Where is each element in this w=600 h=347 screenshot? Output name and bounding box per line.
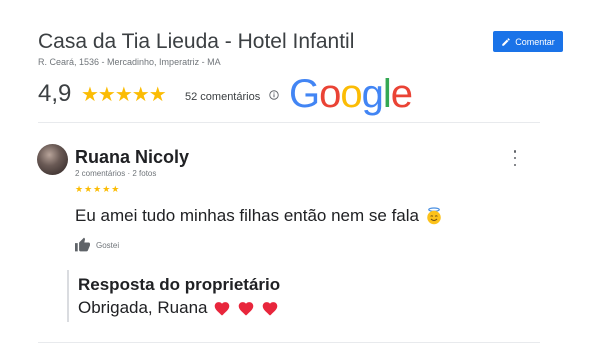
- pencil-icon: [502, 37, 510, 46]
- comment-button-label: Comentar: [515, 36, 555, 47]
- hearts: [213, 300, 279, 316]
- review-stars: ★★★★★: [75, 184, 121, 194]
- divider: [38, 122, 540, 123]
- comment-button[interactable]: Comentar: [493, 31, 563, 52]
- red-heart-icon: [215, 302, 230, 316]
- google-logo-letter: l: [382, 72, 392, 116]
- review-text: Eu amei tudo minhas filhas então nem se …: [75, 206, 443, 226]
- google-logo-letter: e: [390, 72, 413, 116]
- google-logo: Google: [289, 72, 413, 116]
- business-address: R. Ceará, 1536 - Mercadinho, Imperatriz …: [38, 57, 221, 67]
- average-rating: 4,9: [38, 80, 72, 107]
- google-logo-letter: g: [361, 72, 384, 116]
- red-heart-icon: [263, 302, 278, 316]
- rating-stars: ★★★★★: [81, 84, 167, 106]
- info-icon[interactable]: [269, 90, 279, 100]
- thumbs-up-icon[interactable]: [74, 237, 91, 252]
- reviewer-meta: 2 comentários · 2 fotos: [75, 169, 157, 178]
- more-vert-icon[interactable]: [512, 150, 518, 166]
- like-label[interactable]: Gostei: [96, 241, 119, 250]
- google-logo-letter: o: [319, 72, 341, 116]
- divider: [38, 342, 540, 343]
- google-logo-letter: G: [289, 72, 320, 116]
- owner-reply-title: Resposta do proprietário: [78, 275, 281, 294]
- review-text-content: Eu amei tudo minhas filhas então nem se …: [75, 206, 419, 225]
- reply-bar: [67, 270, 69, 322]
- reviewer-name[interactable]: Ruana Nicoly: [75, 147, 189, 168]
- owner-reply-content: Obrigada, Ruana: [78, 298, 208, 317]
- avatar[interactable]: [37, 144, 68, 175]
- business-title: Casa da Tia Lieuda - Hotel Infantil: [38, 30, 355, 53]
- red-heart-icon: [239, 302, 254, 316]
- smiling-face-with-halo-icon: [427, 207, 441, 225]
- owner-reply-text: Obrigada, Ruana: [78, 298, 279, 318]
- reviews-count[interactable]: 52 comentários: [185, 91, 260, 103]
- google-logo-letter: o: [340, 72, 362, 116]
